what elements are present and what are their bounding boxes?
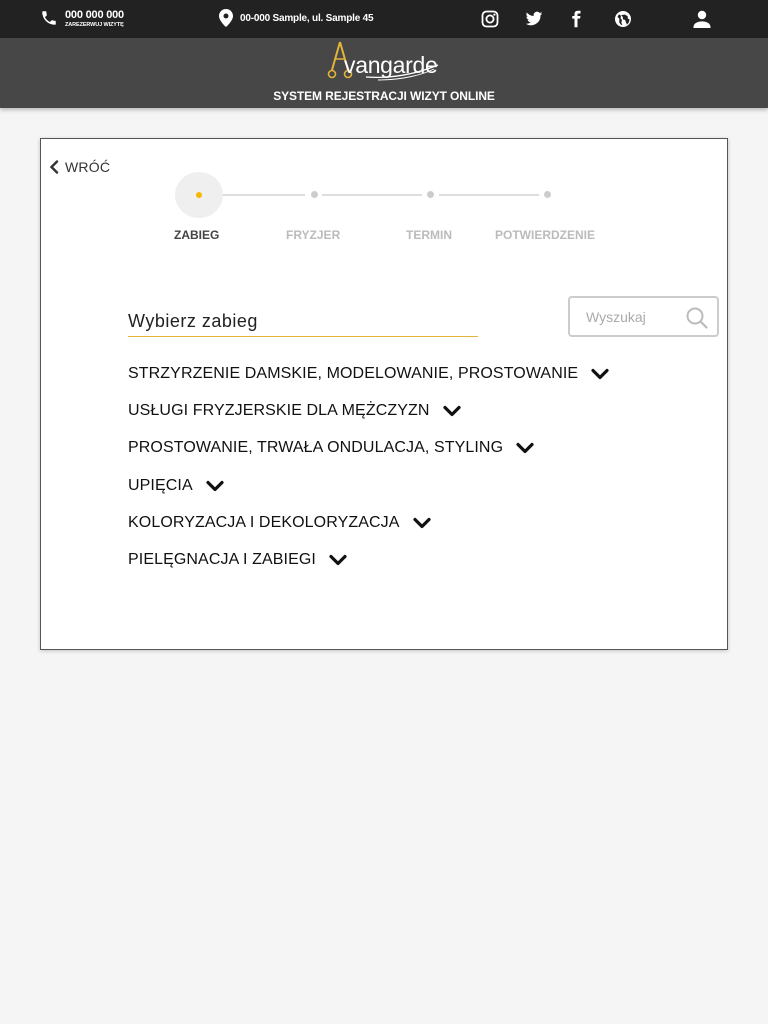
- chevron-down-icon[interactable]: [328, 553, 348, 567]
- logo-text: vangarde: [344, 52, 438, 78]
- step-label-termin[interactable]: TERMIN: [406, 228, 452, 242]
- category-item[interactable]: USŁUGI FRYZJERSKIE DLA MĘŻCZYZN: [128, 400, 462, 422]
- twitter-icon[interactable]: [525, 10, 543, 28]
- phone-number[interactable]: 000 000 000: [65, 9, 124, 21]
- category-label: STRZYRZENIE DAMSKIE, MODELOWANIE, PROSTO…: [128, 365, 579, 382]
- search-box[interactable]: [568, 296, 719, 337]
- phone-subtitle: ZAREZERWUJ WIZYTĘ: [65, 22, 124, 28]
- chevron-down-icon[interactable]: [590, 367, 610, 381]
- user-icon[interactable]: [692, 9, 712, 29]
- chevron-down-icon[interactable]: [412, 516, 432, 530]
- chevron-down-icon[interactable]: [442, 404, 462, 418]
- step-fryzjer-dot: [311, 191, 318, 198]
- category-label: USŁUGI FRYZJERSKIE DLA MĘŻCZYZN: [128, 402, 430, 419]
- booking-card: WRÓĆ ZABIEG FRYZJER TERMIN POTWIERDZENIE…: [40, 138, 728, 650]
- search-icon[interactable]: [686, 307, 708, 329]
- header: vangarde SYSTEM REJESTRACJI WIZYT ONLINE: [0, 38, 768, 108]
- step-termin-dot: [427, 191, 434, 198]
- progress-steps: ZABIEG FRYZJER TERMIN POTWIERDZENIE: [41, 139, 729, 259]
- category-item[interactable]: KOLORYZACJA I DEKOLORYZACJA: [128, 512, 432, 534]
- category-label: PIELĘGNACJA I ZABIEGI: [128, 551, 316, 568]
- step-label-fryzjer[interactable]: FRYZJER: [286, 228, 340, 242]
- category-item[interactable]: PIELĘGNACJA I ZABIEGI: [128, 549, 348, 571]
- globe-icon[interactable]: [614, 10, 632, 28]
- chevron-down-icon[interactable]: [515, 441, 535, 455]
- system-title: SYSTEM REJESTRACJI WIZYT ONLINE: [273, 89, 495, 103]
- category-item[interactable]: PROSTOWANIE, TRWAŁA ONDULACJA, STYLING: [128, 437, 535, 459]
- section-title: Wybierz zabieg: [128, 311, 258, 331]
- phone-icon[interactable]: [40, 9, 58, 27]
- step-active-dot: [196, 192, 202, 198]
- instagram-icon[interactable]: [481, 10, 499, 28]
- category-label: KOLORYZACJA I DEKOLORYZACJA: [128, 514, 400, 531]
- step-connector: [322, 194, 422, 196]
- top-bar: 000 000 000 ZAREZERWUJ WIZYTĘ 00-000 Sam…: [0, 0, 768, 38]
- step-label-potwierdzenie[interactable]: POTWIERDZENIE: [495, 228, 595, 242]
- category-label: PROSTOWANIE, TRWAŁA ONDULACJA, STYLING: [128, 439, 504, 456]
- step-label-zabieg[interactable]: ZABIEG: [174, 228, 219, 242]
- facebook-icon[interactable]: [567, 10, 585, 28]
- category-item[interactable]: STRZYRZENIE DAMSKIE, MODELOWANIE, PROSTO…: [128, 363, 610, 385]
- category-item[interactable]: UPIĘCIA: [128, 475, 225, 497]
- step-connector: [223, 194, 305, 196]
- category-label: UPIĘCIA: [128, 477, 193, 494]
- step-connector: [439, 194, 539, 196]
- address-text: 00-000 Sample, ul. Sample 45: [240, 13, 374, 24]
- title-underline: [128, 336, 478, 337]
- search-input[interactable]: [586, 308, 676, 326]
- step-potwierdzenie-dot: [544, 191, 551, 198]
- chevron-down-icon[interactable]: [205, 479, 225, 493]
- map-pin-icon: [219, 9, 233, 27]
